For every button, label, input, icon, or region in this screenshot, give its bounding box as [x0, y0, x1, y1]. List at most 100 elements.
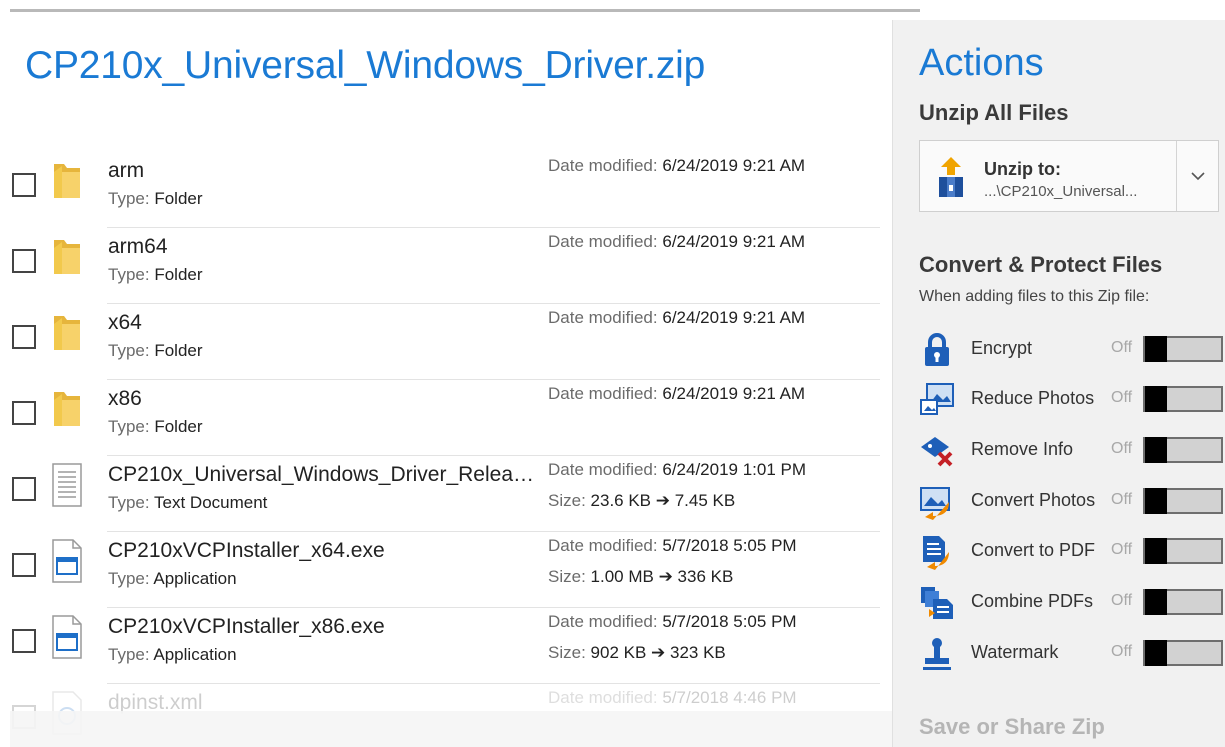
toggle-knob [1145, 386, 1167, 412]
file-name[interactable]: CP210xVCPInstaller_x64.exe [108, 539, 540, 563]
unzip-icon [939, 157, 963, 197]
file-size: 1.00 MB ➔ 336 KB [590, 567, 734, 586]
window-top-border [10, 9, 920, 12]
convert-pdf-toggle[interactable] [1143, 538, 1223, 564]
folder-icon [54, 240, 80, 274]
application-icon [52, 615, 82, 659]
actions-title: Actions [919, 42, 1044, 84]
file-row[interactable]: x64 Type: Folder Date modified: 6/24/201… [10, 304, 880, 380]
encrypt-toggle[interactable] [1143, 336, 1223, 362]
watermark-toggle[interactable] [1143, 640, 1223, 666]
option-label: Encrypt [971, 338, 1033, 358]
file-name[interactable]: x86 [108, 387, 540, 411]
file-type: Application [153, 645, 237, 664]
unzip-to-button[interactable]: Unzip to: ...\CP210x_Universal... [919, 140, 1219, 212]
file-list-pane: CP210x_Universal_Windows_Driver.zip arm … [10, 20, 892, 747]
combine-pdfs-icon [921, 587, 953, 619]
chevron-down-icon [1191, 172, 1205, 181]
option-combine-pdfs[interactable]: Combine PDFs Off [919, 581, 1225, 625]
file-checkbox[interactable] [12, 401, 36, 425]
type-label: Type: [108, 341, 150, 360]
folder-icon [54, 316, 80, 350]
option-convert-pdf[interactable]: Convert to PDF Off [919, 530, 1225, 574]
remove-info-toggle[interactable] [1143, 437, 1223, 463]
file-type: Application [153, 569, 237, 588]
option-encrypt[interactable]: Encrypt Off [919, 328, 1225, 372]
reduce-photos-toggle[interactable] [1143, 386, 1223, 412]
list-bottom-fade [10, 711, 892, 747]
type-label: Type: [108, 265, 150, 284]
date-label: Date modified: [548, 536, 658, 555]
convert-protect-subtitle: When adding files to this Zip file: [919, 288, 1150, 305]
file-name[interactable]: CP210xVCPInstaller_x86.exe [108, 615, 540, 639]
save-share-heading: Save or Share Zip [919, 714, 1105, 739]
file-size: 23.6 KB ➔ 7.45 KB [590, 491, 736, 510]
file-checkbox[interactable] [12, 477, 36, 501]
folder-icon [54, 392, 80, 426]
file-checkbox[interactable] [12, 553, 36, 577]
option-remove-info[interactable]: Remove Info Off [919, 429, 1225, 473]
unzip-dropdown-button[interactable] [1176, 141, 1220, 211]
option-watermark[interactable]: Watermark Off [919, 632, 1225, 676]
file-type: Folder [154, 417, 203, 436]
option-state: Off [1111, 592, 1133, 609]
date-label: Date modified: [548, 612, 658, 631]
file-date: 6/24/2019 9:21 AM [662, 384, 806, 403]
folder-icon [54, 164, 80, 198]
file-name[interactable]: arm [108, 159, 540, 183]
convert-photos-toggle[interactable] [1143, 488, 1223, 514]
file-date: 6/24/2019 9:21 AM [662, 156, 806, 175]
file-name[interactable]: x64 [108, 311, 540, 335]
option-state: Off [1111, 643, 1133, 660]
unzip-all-heading: Unzip All Files [919, 100, 1069, 125]
file-date: 6/24/2019 1:01 PM [662, 460, 807, 479]
file-date: 6/24/2019 9:21 AM [662, 308, 806, 327]
unzip-to-path: ...\CP210x_Universal... [984, 183, 1138, 200]
option-label: Convert to PDF [971, 540, 1096, 560]
file-checkbox[interactable] [12, 173, 36, 197]
lock-icon [925, 333, 949, 366]
zip-file-title: CP210x_Universal_Windows_Driver.zip [25, 44, 706, 87]
combine-pdfs-toggle[interactable] [1143, 589, 1223, 615]
file-checkbox[interactable] [12, 629, 36, 653]
toggle-knob [1145, 437, 1167, 463]
file-row[interactable]: arm Type: Folder Date modified: 6/24/201… [10, 152, 880, 228]
file-checkbox[interactable] [12, 249, 36, 273]
remove-info-icon [921, 437, 953, 467]
option-reduce-photos[interactable]: Reduce Photos Off [919, 378, 1225, 422]
file-row[interactable]: CP210xVCPInstaller_x64.exe Type: Applica… [10, 532, 880, 608]
file-type: Folder [154, 189, 203, 208]
type-label: Type: [108, 189, 150, 208]
file-name[interactable]: arm64 [108, 235, 540, 259]
toggle-knob [1145, 538, 1167, 564]
convert-photos-icon [920, 487, 950, 520]
option-state: Off [1111, 491, 1133, 508]
size-label: Size: [548, 643, 586, 662]
file-date: 5/7/2018 5:05 PM [662, 536, 797, 555]
text-document-icon [52, 463, 82, 507]
date-label: Date modified: [548, 688, 658, 707]
size-label: Size: [548, 567, 586, 586]
file-type: Folder [154, 265, 203, 284]
file-date: 6/24/2019 9:21 AM [662, 232, 806, 251]
file-row[interactable]: CP210xVCPInstaller_x86.exe Type: Applica… [10, 608, 880, 684]
option-label: Reduce Photos [971, 388, 1095, 408]
file-row[interactable]: arm64 Type: Folder Date modified: 6/24/2… [10, 228, 880, 304]
file-row[interactable]: x86 Type: Folder Date modified: 6/24/201… [10, 380, 880, 456]
convert-pdf-icon [923, 536, 949, 570]
option-label: Combine PDFs [971, 591, 1094, 611]
file-date: 5/7/2018 4:46 PM [662, 688, 797, 707]
watermark-icon [923, 638, 951, 670]
convert-protect-heading: Convert & Protect Files [919, 252, 1163, 277]
file-date: 5/7/2018 5:05 PM [662, 612, 797, 631]
toggle-knob [1145, 589, 1167, 615]
option-convert-photos[interactable]: Convert Photos Off [919, 480, 1225, 524]
date-label: Date modified: [548, 232, 658, 251]
file-row[interactable]: CP210x_Universal_Windows_Driver_ReleaseN… [10, 456, 880, 532]
option-label: Convert Photos [971, 490, 1096, 510]
file-name[interactable]: CP210x_Universal_Windows_Driver_ReleaseN… [108, 463, 540, 487]
file-checkbox[interactable] [12, 325, 36, 349]
option-state: Off [1111, 541, 1133, 558]
option-state: Off [1111, 389, 1133, 406]
type-label: Type: [108, 417, 150, 436]
